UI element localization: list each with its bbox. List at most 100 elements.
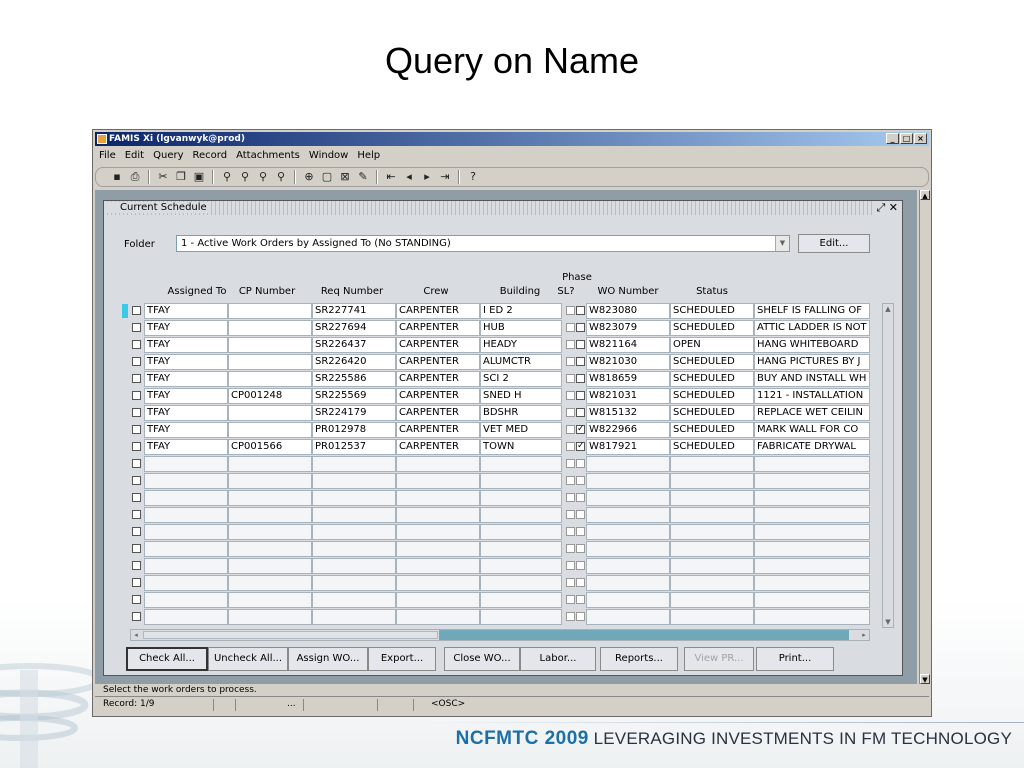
cell-crew[interactable]: CARPENTER	[396, 439, 480, 455]
phase-checkbox[interactable]	[576, 357, 585, 366]
phase-checkbox[interactable]	[576, 544, 585, 553]
menu-help[interactable]: Help	[357, 148, 380, 164]
cell-crew[interactable]	[396, 507, 480, 523]
cell-status[interactable]	[670, 456, 754, 472]
sl-checkbox[interactable]	[566, 391, 575, 400]
cell-description[interactable]	[754, 507, 870, 523]
cell-building[interactable]: BDSHR	[480, 405, 562, 421]
cell-status[interactable]: OPEN	[670, 337, 754, 353]
sl-checkbox[interactable]	[566, 612, 575, 621]
cell-assigned-to[interactable]	[144, 541, 228, 557]
cell-status[interactable]	[670, 473, 754, 489]
cell-description[interactable]	[754, 456, 870, 472]
cell-crew[interactable]: CARPENTER	[396, 354, 480, 370]
cell-status[interactable]: SCHEDULED	[670, 405, 754, 421]
cell-req-number[interactable]	[312, 575, 396, 591]
cell-req-number[interactable]	[312, 592, 396, 608]
cell-crew[interactable]: CARPENTER	[396, 371, 480, 387]
sl-checkbox[interactable]	[566, 374, 575, 383]
cell-crew[interactable]: CARPENTER	[396, 320, 480, 336]
cell-building[interactable]	[480, 507, 562, 523]
cell-building[interactable]	[480, 609, 562, 625]
close-window-button[interactable]: ×	[914, 133, 927, 144]
sl-checkbox[interactable]	[566, 527, 575, 536]
empty-table-row[interactable]	[130, 490, 890, 507]
cell-wo-number[interactable]	[586, 473, 670, 489]
cell-description[interactable]: MARK WALL FOR CO	[754, 422, 870, 438]
cell-description[interactable]	[754, 558, 870, 574]
cell-req-number[interactable]: SR226437	[312, 337, 396, 353]
cell-cp-number[interactable]	[228, 609, 312, 625]
cell-crew[interactable]	[396, 609, 480, 625]
cell-cp-number[interactable]	[228, 541, 312, 557]
cell-building[interactable]: HEADY	[480, 337, 562, 353]
cell-crew[interactable]: CARPENTER	[396, 422, 480, 438]
execute-query-icon[interactable]: ⚲	[236, 169, 254, 185]
cell-req-number[interactable]	[312, 473, 396, 489]
row-select-checkbox[interactable]	[132, 391, 141, 400]
cell-status[interactable]: SCHEDULED	[670, 439, 754, 455]
enter-query-icon[interactable]: ⚲	[218, 169, 236, 185]
cell-cp-number[interactable]	[228, 507, 312, 523]
cell-req-number[interactable]	[312, 541, 396, 557]
edit-folder-button[interactable]: Edit...	[798, 234, 870, 253]
cell-crew[interactable]: CARPENTER	[396, 337, 480, 353]
row-select-checkbox[interactable]	[132, 425, 141, 434]
first-record-icon[interactable]: ⇤	[382, 169, 400, 185]
scrollbar-track[interactable]	[439, 630, 849, 640]
cell-wo-number[interactable]: W822966	[586, 422, 670, 438]
cell-wo-number[interactable]: W817921	[586, 439, 670, 455]
folder-select[interactable]: 1 - Active Work Orders by Assigned To (N…	[176, 235, 790, 252]
maximize-button[interactable]: □	[900, 133, 913, 144]
menu-query[interactable]: Query	[153, 148, 183, 164]
cell-crew[interactable]	[396, 524, 480, 540]
sl-checkbox[interactable]	[566, 595, 575, 604]
cell-wo-number[interactable]	[586, 490, 670, 506]
print-button[interactable]: Print...	[756, 647, 834, 671]
table-row[interactable]: TFAY SR224179 CARPENTER BDSHR W815132 SCHEDUL…	[130, 405, 890, 422]
cell-status[interactable]	[670, 575, 754, 591]
cell-assigned-to[interactable]	[144, 507, 228, 523]
cell-description[interactable]: SHELF IS FALLING OF	[754, 303, 870, 319]
empty-table-row[interactable]	[130, 558, 890, 575]
cell-cp-number[interactable]: CP001566	[228, 439, 312, 455]
cell-description[interactable]: REPLACE WET CEILIN	[754, 405, 870, 421]
scroll-down-icon[interactable]: ▼	[883, 617, 893, 627]
assign-wo-button[interactable]: Assign WO...	[288, 647, 368, 671]
cell-assigned-to[interactable]	[144, 558, 228, 574]
cell-crew[interactable]	[396, 592, 480, 608]
sl-checkbox[interactable]	[566, 544, 575, 553]
cell-building[interactable]: SCI 2	[480, 371, 562, 387]
cell-assigned-to[interactable]	[144, 473, 228, 489]
cell-status[interactable]: SCHEDULED	[670, 422, 754, 438]
empty-table-row[interactable]	[130, 609, 890, 626]
cell-req-number[interactable]: SR225586	[312, 371, 396, 387]
cell-building[interactable]	[480, 592, 562, 608]
cell-req-number[interactable]: SR227694	[312, 320, 396, 336]
cell-req-number[interactable]	[312, 456, 396, 472]
sl-checkbox[interactable]	[566, 408, 575, 417]
row-select-checkbox[interactable]	[132, 510, 141, 519]
cell-wo-number[interactable]	[586, 609, 670, 625]
cell-wo-number[interactable]	[586, 592, 670, 608]
sl-checkbox[interactable]	[566, 357, 575, 366]
chevron-down-icon[interactable]: ▼	[775, 236, 789, 251]
cell-wo-number[interactable]: W818659	[586, 371, 670, 387]
cell-cp-number[interactable]	[228, 490, 312, 506]
cell-description[interactable]	[754, 575, 870, 591]
cell-cp-number[interactable]	[228, 422, 312, 438]
phase-checkbox[interactable]	[576, 340, 585, 349]
cell-building[interactable]: SNED H	[480, 388, 562, 404]
empty-table-row[interactable]	[130, 507, 890, 524]
form-titlebar[interactable]: Current Schedule ⤢ ✕	[104, 201, 902, 215]
sl-checkbox[interactable]	[566, 493, 575, 502]
cell-wo-number[interactable]	[586, 541, 670, 557]
cell-status[interactable]: SCHEDULED	[670, 320, 754, 336]
menu-edit[interactable]: Edit	[125, 148, 144, 164]
sl-checkbox[interactable]	[566, 459, 575, 468]
grid-horizontal-scrollbar[interactable]: ◂ ▸	[130, 629, 870, 641]
table-row[interactable]: TFAY SR226437 CARPENTER HEADY W821164 OPEN HAN…	[130, 337, 890, 354]
scrollbar-thumb[interactable]	[143, 631, 438, 639]
cell-description[interactable]: BUY AND INSTALL WH	[754, 371, 870, 387]
cell-wo-number[interactable]: W823079	[586, 320, 670, 336]
